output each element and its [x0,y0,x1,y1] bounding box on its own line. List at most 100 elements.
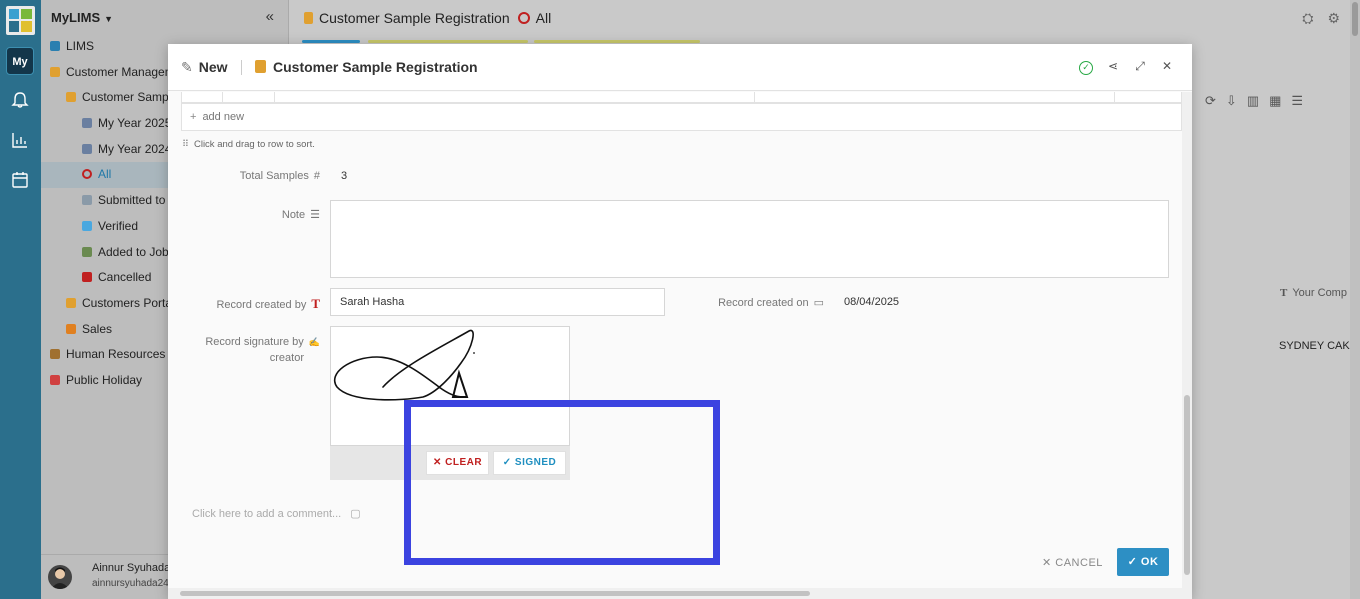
sort-hint: ⠿ Click and drag to row to sort. [182,139,315,150]
close-icon[interactable]: ✕ [1160,59,1174,73]
sidebar-item-icon [50,374,60,385]
cancel-label: CANCEL [1055,557,1103,569]
sidebar-item-icon [50,66,60,77]
sidebar-item-icon [82,272,92,283]
signature-label-line1: Record signature by [205,336,304,348]
calendar-icon[interactable] [11,171,29,189]
note-textarea[interactable] [330,200,1169,278]
add-new-row-button[interactable]: + add new [181,103,1182,131]
check-circle-icon[interactable]: ✓ [1079,61,1093,75]
workspace-badge[interactable]: My [6,47,34,75]
highlight-box [404,400,720,565]
page-scrollbar[interactable] [1350,0,1360,599]
sidebar-item-label: Sales [82,321,113,336]
comment-placeholder: Click here to add a comment... [192,508,342,520]
list-view-icon[interactable]: ☰ [1291,93,1313,108]
header-actions: ⛭ ⚙ [1302,10,1340,27]
drag-handle-icon: ⠿ [182,139,189,150]
view-name[interactable]: All [536,10,552,26]
text-field-icon: T [311,296,320,311]
list-toolbar: ⟳⇩▥▦☰ [1205,93,1313,109]
calendar-icon: ▭ [813,297,824,309]
dialog-vertical-scrollbar[interactable] [1182,92,1192,588]
signature-label: Record signature by ✍ creator [188,334,320,366]
created-on-value: 08/04/2025 [844,296,900,308]
all-view-icon [517,12,530,24]
sidebar-item-icon [50,41,60,51]
dialog-mode: ✎ New [181,59,228,76]
add-new-label: add new [202,111,245,123]
table-cell[interactable]: SYDNEY CAKE [1279,340,1357,352]
app-switcher[interactable]: MyLIMS ▼ [51,10,113,25]
sidebar-item-label: My Year 2024 [98,141,172,156]
sidebar-item-icon [66,297,76,308]
chart-icon[interactable] [11,131,29,149]
page-title: Customer Sample Registration All [304,10,551,26]
sidebar-item-icon [66,323,76,334]
sidebar-item-icon [50,349,60,360]
samples-table-footer [181,92,1182,103]
created-on-label-text: Record created on [718,297,809,309]
check-icon: ✓ [1127,556,1138,568]
user-name: Ainnur Syuhada [92,562,171,574]
report-icon[interactable]: ▥ [1247,93,1269,108]
org-chart-icon[interactable]: ⛭ [1302,10,1313,26]
scroll-icon [304,12,313,24]
plus-icon: + [190,111,197,123]
dialog-horizontal-scrollbar[interactable] [168,588,1192,599]
comment-icon: ▢ [350,508,361,520]
column-header-label: Your Comp [1292,287,1347,299]
sidebar-item-label: Cancelled [98,270,152,285]
add-comment-link[interactable]: Click here to add a comment... ▢ [192,507,361,520]
sidebar-item-label: Verified [98,218,139,233]
dialog-title-text: Customer Sample Registration [273,59,478,75]
sidebar-item-icon [66,92,76,103]
close-icon: ✕ [1042,557,1052,569]
sidebar-item-label: My Year 2025 [98,116,172,131]
signature-icon: ✍ [308,337,320,347]
cancel-button[interactable]: ✕ CANCEL [1042,556,1103,569]
main-header: Customer Sample Registration All ⛭ ⚙ [290,0,1360,36]
refresh-icon[interactable]: ⟳ [1205,93,1226,108]
tab-active-indicator [302,40,360,43]
gear-icon[interactable]: ⚙ [1327,10,1340,26]
sidebar-item-label: Public Holiday [66,372,143,387]
column-header[interactable]: T Your Comp [1280,287,1347,299]
app-rail: My [0,0,41,599]
sidebar-item-icon [82,143,92,154]
avatar [48,565,72,589]
note-label-text: Note [281,209,306,221]
sidebar-item-label: Human Resources [66,347,166,362]
scroll-icon [255,60,266,73]
export-icon[interactable]: ⇩ [1226,93,1247,108]
collapse-sidebar-icon[interactable]: « [266,8,274,25]
header-divider [241,60,242,75]
dialog-header: ✎ New Customer Sample Registration ✓ ⋖ ⤢ ✕ [168,44,1192,91]
calendar-view-icon[interactable]: ▦ [1269,93,1291,108]
created-by-field[interactable]: Sarah Hasha [330,288,665,316]
created-by-label: Record created by T [188,296,320,312]
total-samples-value: 3 [341,170,348,182]
bell-icon[interactable] [11,91,29,109]
page-title-text: Customer Sample Registration [319,10,510,26]
tab-indicator [534,40,700,43]
ok-button[interactable]: ✓ OK [1117,548,1169,576]
tab-indicator [368,40,528,43]
share-icon[interactable]: ⋖ [1106,59,1120,73]
sidebar-item-icon [82,118,92,129]
app-name: MyLIMS [51,10,101,25]
note-label: Note ☰ [188,208,320,221]
text-field-icon: T [1280,287,1288,299]
sidebar-item-label: All [98,167,112,182]
sort-hint-text: Click and drag to row to sort. [193,139,315,150]
dialog-title: Customer Sample Registration [255,59,478,75]
created-on-label: Record created on ▭ [688,296,824,309]
sidebar-item-icon [82,246,92,257]
app-logo[interactable] [6,6,35,35]
sidebar-item-label: LIMS [66,39,95,53]
sidebar-item-label: Added to Job [98,244,169,259]
edit-icon: ✎ [181,59,193,75]
total-samples-label: Total Samples # [188,170,320,182]
dialog-actions: ✓ ⋖ ⤢ ✕ [1066,59,1174,75]
expand-icon[interactable]: ⤢ [1133,59,1147,73]
